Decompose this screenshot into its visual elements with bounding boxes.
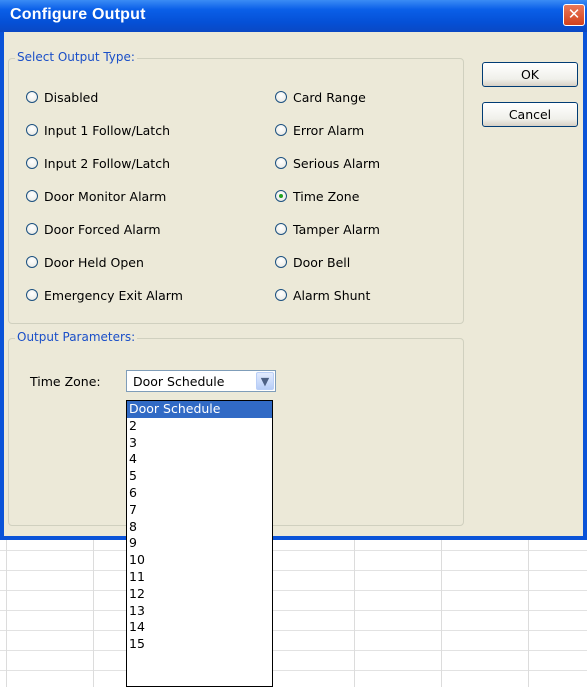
output-type-group-label: Select Output Type: [15, 50, 137, 64]
dropdown-option[interactable]: 9 [127, 535, 272, 552]
radio-door-bell[interactable]: Door Bell [275, 253, 350, 271]
dropdown-option[interactable]: 4 [127, 451, 272, 468]
dropdown-option[interactable]: 13 [127, 603, 272, 620]
dropdown-option[interactable]: 3 [127, 435, 272, 452]
radio-selected-dot-icon [279, 194, 283, 198]
radio-button-icon[interactable] [275, 124, 287, 136]
dropdown-option[interactable]: 14 [127, 619, 272, 636]
radio-alarm-shunt[interactable]: Alarm Shunt [275, 286, 370, 304]
radio-button-icon[interactable] [26, 256, 38, 268]
chevron-down-icon[interactable]: ▼ [256, 372, 274, 390]
radio-emergency-exit-alarm[interactable]: Emergency Exit Alarm [26, 286, 183, 304]
radio-label: Alarm Shunt [293, 287, 371, 303]
radio-button-icon[interactable] [26, 289, 38, 301]
radio-button-icon[interactable] [275, 289, 287, 301]
radio-button-icon[interactable] [275, 157, 287, 169]
dropdown-option[interactable]: Door Schedule [127, 401, 272, 418]
time-zone-label: Time Zone: [30, 374, 101, 389]
radio-label: Door Forced Alarm [44, 221, 161, 237]
dropdown-option[interactable]: 7 [127, 502, 272, 519]
radio-door-monitor-alarm[interactable]: Door Monitor Alarm [26, 187, 166, 205]
radio-label: Error Alarm [293, 122, 365, 138]
dropdown-option[interactable]: 5 [127, 468, 272, 485]
radio-label: Door Monitor Alarm [44, 188, 167, 204]
radio-button-icon[interactable] [275, 91, 287, 103]
time-zone-combobox[interactable]: Door Schedule ▼ [126, 370, 276, 392]
radio-tamper-alarm[interactable]: Tamper Alarm [275, 220, 380, 238]
radio-button-icon[interactable] [26, 223, 38, 235]
time-zone-dropdown-list[interactable]: Door Schedule 2 3 4 5 6 7 8 9 10 11 12 13 14 15 [126, 400, 273, 687]
radio-door-held-open[interactable]: Door Held Open [26, 253, 144, 271]
dialog-client-area: Select Output Type: Disabled Input 1 Foll… [4, 32, 583, 536]
dropdown-option[interactable]: 6 [127, 485, 272, 502]
radio-button-icon[interactable] [275, 256, 287, 268]
radio-button-icon[interactable] [26, 157, 38, 169]
ok-button[interactable]: OK [482, 62, 578, 87]
background-spreadsheet-grid [0, 540, 587, 687]
radio-label: Disabled [44, 89, 99, 105]
dropdown-option[interactable]: 10 [127, 552, 272, 569]
radio-button-icon[interactable] [26, 190, 38, 202]
radio-label: Time Zone [293, 188, 360, 204]
radio-label: Input 1 Follow/Latch [44, 122, 171, 138]
dropdown-option[interactable]: 15 [127, 636, 272, 653]
radio-input-2-follow-latch[interactable]: Input 2 Follow/Latch [26, 154, 170, 172]
radio-label: Emergency Exit Alarm [44, 287, 183, 303]
dropdown-option[interactable]: 2 [127, 418, 272, 435]
radio-button-icon[interactable] [275, 190, 287, 202]
radio-serious-alarm[interactable]: Serious Alarm [275, 154, 380, 172]
window-title: Configure Output [10, 6, 146, 23]
configure-output-dialog: Configure Output ✕ Select Output Type: D… [0, 0, 587, 540]
cancel-button[interactable]: Cancel [482, 102, 578, 127]
radio-button-icon[interactable] [275, 223, 287, 235]
radio-label: Door Held Open [44, 254, 144, 270]
radio-label: Door Bell [293, 254, 351, 270]
radio-label: Serious Alarm [293, 155, 381, 171]
radio-error-alarm[interactable]: Error Alarm [275, 121, 364, 139]
title-bar[interactable]: Configure Output ✕ [0, 0, 587, 32]
radio-button-icon[interactable] [26, 91, 38, 103]
radio-disabled[interactable]: Disabled [26, 88, 98, 106]
radio-time-zone[interactable]: Time Zone [275, 187, 359, 205]
output-parameters-group-label: Output Parameters: [15, 330, 138, 344]
dropdown-option[interactable]: 12 [127, 586, 272, 603]
radio-button-icon[interactable] [26, 124, 38, 136]
close-button[interactable]: ✕ [563, 4, 585, 26]
close-icon: ✕ [567, 5, 581, 23]
dropdown-option[interactable]: 11 [127, 569, 272, 586]
time-zone-selected-value: Door Schedule [133, 374, 225, 389]
radio-door-forced-alarm[interactable]: Door Forced Alarm [26, 220, 161, 238]
dropdown-option[interactable]: 8 [127, 519, 272, 536]
radio-label: Tamper Alarm [293, 221, 380, 237]
radio-input-1-follow-latch[interactable]: Input 1 Follow/Latch [26, 121, 170, 139]
radio-label: Card Range [293, 89, 366, 105]
radio-label: Input 2 Follow/Latch [44, 155, 171, 171]
radio-card-range[interactable]: Card Range [275, 88, 366, 106]
